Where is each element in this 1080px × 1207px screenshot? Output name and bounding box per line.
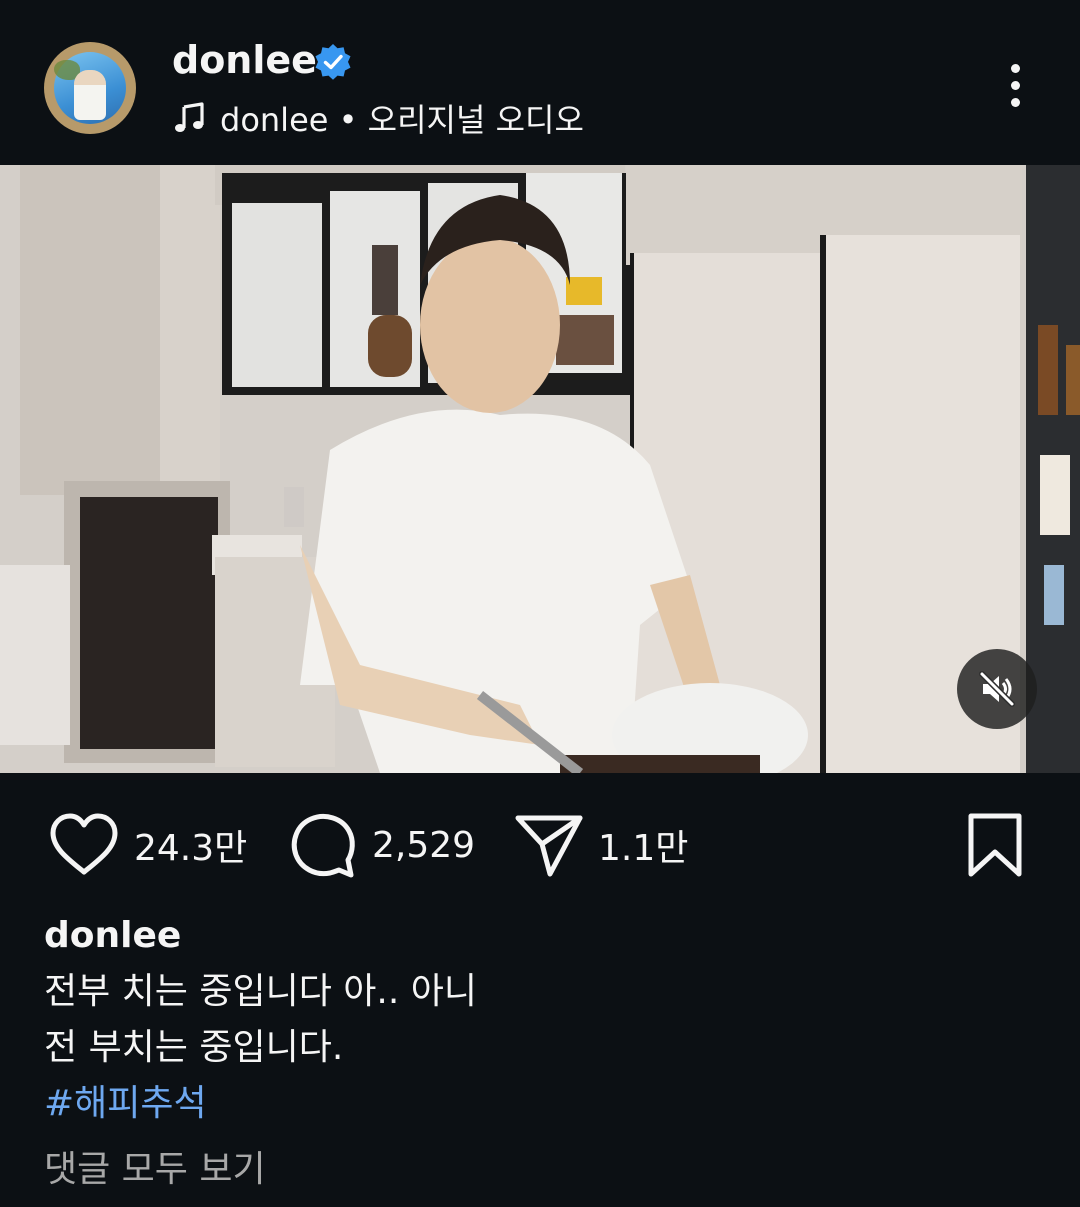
comments-count: 2,529 xyxy=(372,824,476,866)
audio-label: donlee • 오리지널 오디오 xyxy=(220,101,584,139)
more-options-button[interactable] xyxy=(995,58,1035,118)
speaker-muted-icon xyxy=(979,671,1015,707)
hashtag-link[interactable]: #해피추석 xyxy=(44,1076,207,1132)
caption-username[interactable]: donlee xyxy=(44,912,1044,964)
post-header: donlee donlee • 오리지널 오디오 xyxy=(0,0,1080,165)
post-video[interactable] xyxy=(0,165,1080,773)
view-all-comments-link[interactable]: 댓글 모두 보기 xyxy=(44,1140,266,1192)
mute-button[interactable] xyxy=(957,649,1037,729)
bookmark-icon[interactable] xyxy=(965,812,1025,878)
post-username[interactable]: donlee xyxy=(172,38,317,82)
share-button[interactable]: 1.1만 xyxy=(514,800,688,890)
more-dot xyxy=(1010,98,1020,107)
verified-badge-icon xyxy=(315,44,351,80)
heart-icon xyxy=(50,813,118,875)
more-dot xyxy=(1010,81,1020,90)
music-note-icon xyxy=(175,102,204,132)
action-bar: 24.3만 2,529 1.1만 xyxy=(0,800,1080,890)
comment-button[interactable]: 2,529 xyxy=(288,800,475,890)
audio-link[interactable]: donlee • 오리지널 오디오 xyxy=(172,96,584,140)
avatar-person xyxy=(74,70,106,120)
caption-line: 전 부치는 중입니다. xyxy=(44,1027,344,1068)
likes-count: 24.3만 xyxy=(134,828,248,869)
shares-count: 1.1만 xyxy=(598,828,689,869)
caption-line: 전부 치는 중입니다 아.. 아니 xyxy=(44,971,477,1012)
comment-bubble-icon xyxy=(291,814,355,878)
like-button[interactable]: 24.3만 xyxy=(48,800,247,890)
profile-avatar[interactable] xyxy=(44,42,136,134)
more-vertical-icon xyxy=(1010,64,1020,73)
send-icon xyxy=(515,815,583,877)
video-frame xyxy=(0,165,1080,773)
post-caption: donlee 전부 치는 중입니다 아.. 아니 전 부치는 중입니다. #해피… xyxy=(44,912,1044,1132)
